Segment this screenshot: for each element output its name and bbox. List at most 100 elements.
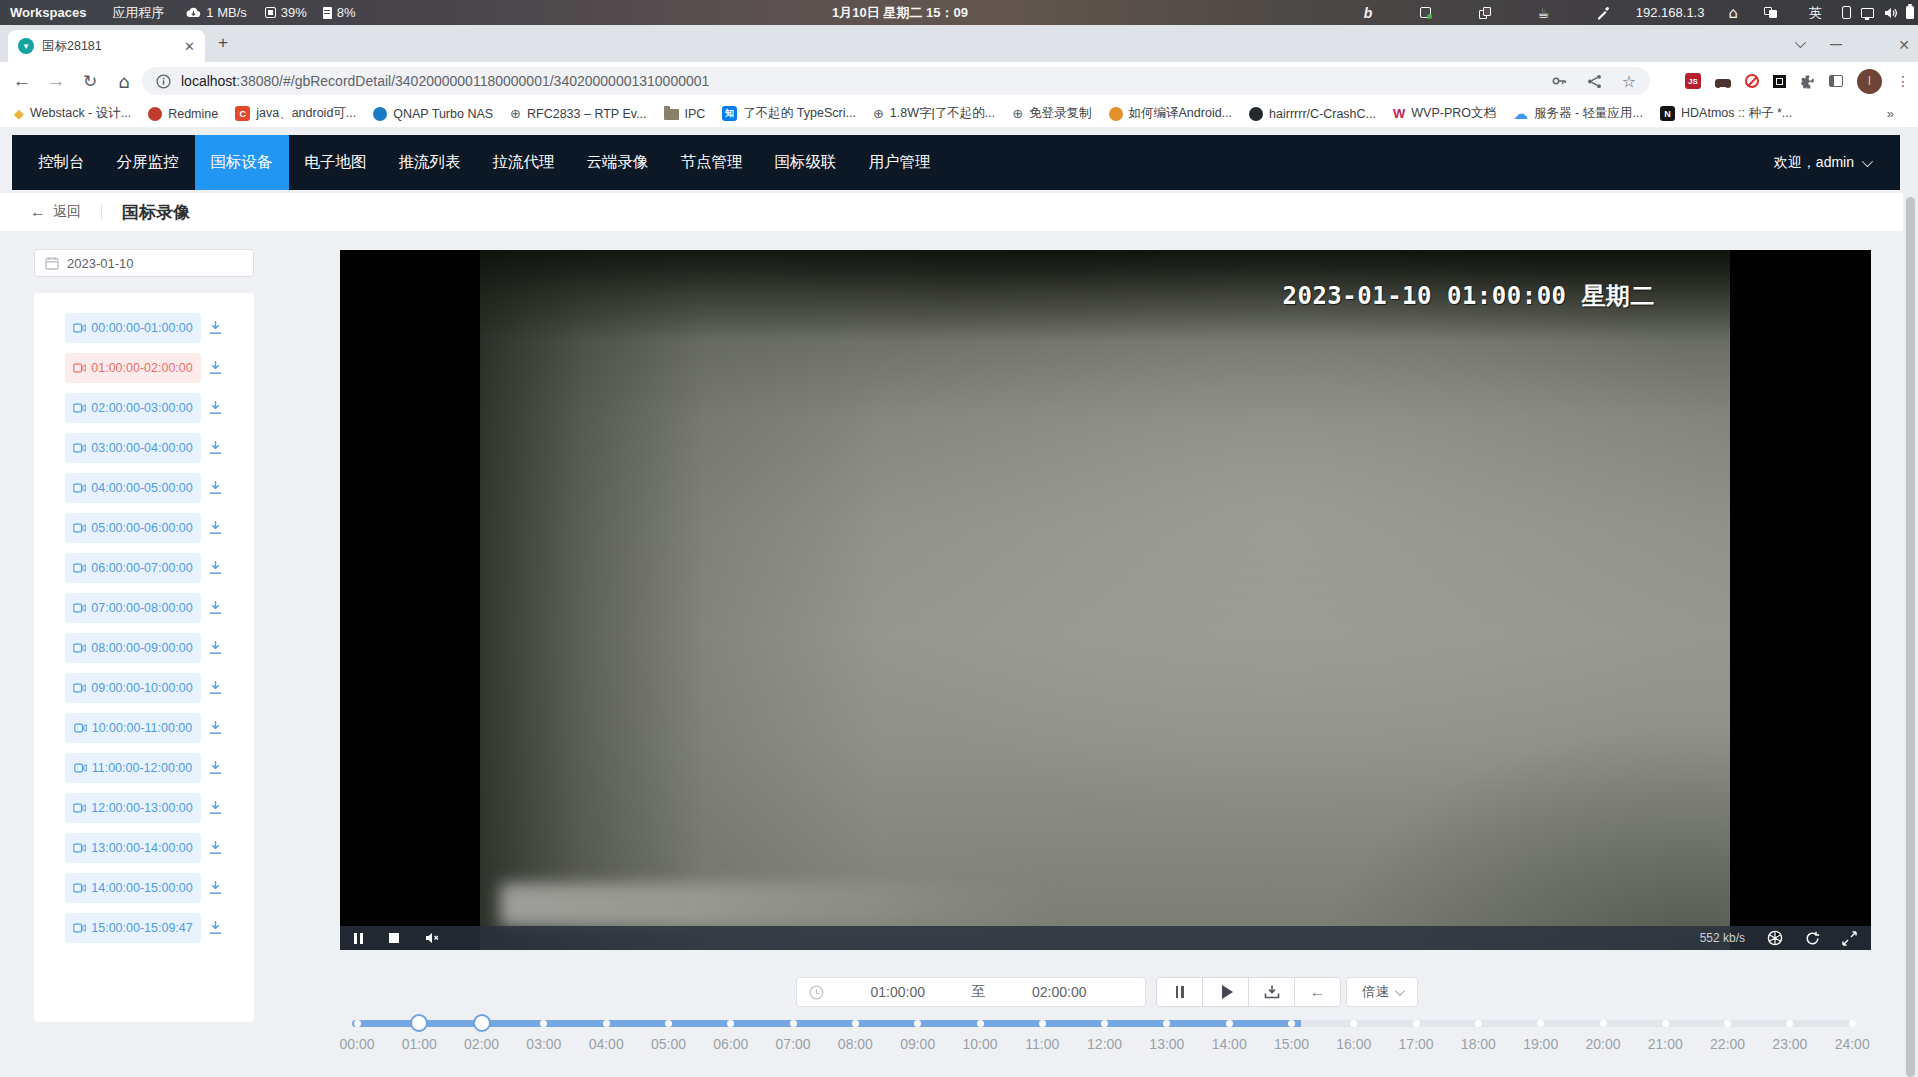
nav-item-4[interactable]: 电子地图 xyxy=(289,135,383,190)
back-button[interactable]: ←返回 xyxy=(30,203,81,221)
segment-download-button[interactable] xyxy=(208,920,223,939)
segment-download-button[interactable] xyxy=(208,720,223,739)
segment-download-button[interactable] xyxy=(208,520,223,539)
bookmark-star-icon[interactable]: ☆ xyxy=(1622,72,1636,91)
bookmark-item[interactable]: ◆Webstack - 设计... xyxy=(14,105,131,122)
reload-icon[interactable]: ↻ xyxy=(76,62,104,100)
home-icon[interactable]: ⌂ xyxy=(110,62,138,100)
scrollbar-thumb[interactable] xyxy=(1906,197,1915,1077)
player-mute-icon[interactable] xyxy=(425,932,440,944)
player-pause-icon[interactable] xyxy=(354,933,363,944)
browser-tab[interactable]: ▼ 国标28181 ✕ xyxy=(8,30,205,62)
bookmarks-overflow-icon[interactable]: » xyxy=(1887,100,1894,127)
player-refresh-icon[interactable] xyxy=(1805,931,1820,946)
nav-item-6[interactable]: 拉流代理 xyxy=(477,135,571,190)
pause-button[interactable] xyxy=(1156,977,1203,1007)
segment-button[interactable]: 06:00:00-07:00:00 xyxy=(65,553,201,583)
forward-nav-icon[interactable]: → xyxy=(42,62,70,100)
bookmark-item[interactable]: 知了不起的 TypeScri... xyxy=(722,105,856,122)
bookmark-item[interactable]: NHDAtmos :: 种子 *... xyxy=(1660,105,1792,122)
clipboard-tray-icon[interactable] xyxy=(1479,7,1491,19)
blocker-extension-icon[interactable] xyxy=(1745,74,1759,88)
segment-button[interactable]: 14:00:00-15:00:00 xyxy=(65,873,201,903)
workspaces-label[interactable]: Workspaces xyxy=(10,5,86,20)
segment-download-button[interactable] xyxy=(208,840,223,859)
site-info-icon[interactable] xyxy=(156,74,171,89)
share-icon[interactable] xyxy=(1587,74,1602,89)
segment-download-button[interactable] xyxy=(208,600,223,619)
clock[interactable]: 1月10日 星期二 15：09 xyxy=(760,0,1040,25)
player-stop-icon[interactable] xyxy=(389,933,399,943)
profile-avatar[interactable]: I xyxy=(1857,69,1882,94)
segment-button[interactable]: 07:00:00-08:00:00 xyxy=(65,593,201,623)
player-settings-icon[interactable] xyxy=(1767,930,1783,946)
nav-item-8[interactable]: 节点管理 xyxy=(665,135,759,190)
user-menu[interactable]: 欢迎，admin xyxy=(1774,135,1870,190)
video-player[interactable]: 2023-01-10 01:00:00 星期二 552 kb/s xyxy=(340,250,1871,950)
input-language[interactable]: 英 xyxy=(1809,4,1822,22)
segment-button[interactable]: 10:00:00-11:00:00 xyxy=(65,713,201,743)
bookmark-item[interactable]: IPC xyxy=(664,107,706,121)
segment-download-button[interactable] xyxy=(208,760,223,779)
time-from[interactable]: 01:00:00 xyxy=(824,984,972,1000)
player-fullscreen-icon[interactable] xyxy=(1842,931,1857,946)
segment-button[interactable]: 12:00:00-13:00:00 xyxy=(65,793,201,823)
speed-button[interactable]: 倍速 xyxy=(1346,977,1418,1007)
bookmark-item[interactable]: ⊕RFC2833 – RTP Ev... xyxy=(510,106,646,121)
timeline-handle-start[interactable] xyxy=(410,1014,428,1032)
extensions-puzzle-icon[interactable] xyxy=(1800,74,1815,89)
segment-download-button[interactable] xyxy=(208,400,223,419)
applications-menu[interactable]: 应用程序 xyxy=(112,4,164,22)
segment-download-button[interactable] xyxy=(208,880,223,899)
nav-item-9[interactable]: 国标级联 xyxy=(759,135,853,190)
time-to[interactable]: 02:00:00 xyxy=(986,984,1134,1000)
coffee-tray-icon[interactable]: ☕ xyxy=(1537,5,1550,21)
bookmark-item[interactable]: 如何编译Android... xyxy=(1109,105,1233,122)
back-nav-icon[interactable]: ← xyxy=(8,62,36,100)
ip-address[interactable]: 192.168.1.3 xyxy=(1636,5,1705,20)
app-tray-icon[interactable] xyxy=(1420,7,1431,18)
segment-button[interactable]: 04:00:00-05:00:00 xyxy=(65,473,201,503)
segment-button[interactable]: 00:00:00-01:00:00 xyxy=(65,313,201,343)
tab-close-icon[interactable]: ✕ xyxy=(182,39,197,54)
segment-button[interactable]: 01:00:00-02:00:00 xyxy=(65,353,201,383)
home-tray-icon[interactable]: ⌂ xyxy=(1728,4,1738,22)
segment-download-button[interactable] xyxy=(208,440,223,459)
bookmark-item[interactable]: ☁服务器 - 轻量应用... xyxy=(1513,105,1643,123)
nav-item-7[interactable]: 云端录像 xyxy=(571,135,665,190)
play-button[interactable] xyxy=(1202,977,1249,1007)
battery-icon[interactable] xyxy=(1906,6,1914,19)
nav-item-2[interactable]: 分屏监控 xyxy=(101,135,195,190)
new-tab-button[interactable]: + xyxy=(218,37,228,49)
timeline-recorded-range[interactable] xyxy=(352,1020,1301,1027)
tab-search-icon[interactable] xyxy=(1795,37,1803,51)
segment-download-button[interactable] xyxy=(208,800,223,819)
segment-button[interactable]: 11:00:00-12:00:00 xyxy=(65,753,201,783)
seek-back-button[interactable]: ← xyxy=(1294,977,1341,1007)
segment-download-button[interactable] xyxy=(208,680,223,699)
segment-button[interactable]: 03:00:00-04:00:00 xyxy=(65,433,201,463)
timeline-handle-end[interactable] xyxy=(473,1014,491,1032)
sidepanel-icon[interactable] xyxy=(1829,75,1843,87)
js-extension-icon[interactable]: JS xyxy=(1685,73,1701,89)
address-bar[interactable]: localhost:38080/#/gbRecordDetail/3402000… xyxy=(142,67,1650,95)
segment-button[interactable]: 13:00:00-14:00:00 xyxy=(65,833,201,863)
bookmark-item[interactable]: WWVP-PRO文档 xyxy=(1393,105,1496,122)
password-key-icon[interactable] xyxy=(1551,73,1567,89)
segment-download-button[interactable] xyxy=(208,560,223,579)
segment-download-button[interactable] xyxy=(208,640,223,659)
bookmark-item[interactable]: Cjava、android可... xyxy=(235,105,356,122)
windows-tray-icon[interactable] xyxy=(1764,7,1777,18)
nav-item-10[interactable]: 用户管理 xyxy=(853,135,947,190)
segment-button[interactable]: 08:00:00-09:00:00 xyxy=(65,633,201,663)
bing-tray-icon[interactable]: b xyxy=(1364,5,1373,21)
bookmark-item[interactable]: Redmine xyxy=(148,107,218,121)
picker-tray-icon[interactable] xyxy=(1596,6,1610,20)
bookmark-item[interactable]: QNAP Turbo NAS xyxy=(373,107,493,121)
nav-item-5[interactable]: 推流列表 xyxy=(383,135,477,190)
segment-button[interactable]: 02:00:00-03:00:00 xyxy=(65,393,201,423)
url-text[interactable]: localhost:38080/#/gbRecordDetail/3402000… xyxy=(181,73,1551,89)
bookmark-item[interactable]: ⊕1.8W字|了不起的... xyxy=(873,105,995,122)
segment-button[interactable]: 09:00:00-10:00:00 xyxy=(65,673,201,703)
time-range-input[interactable]: 01:00:00 至 02:00:00 xyxy=(796,977,1146,1007)
